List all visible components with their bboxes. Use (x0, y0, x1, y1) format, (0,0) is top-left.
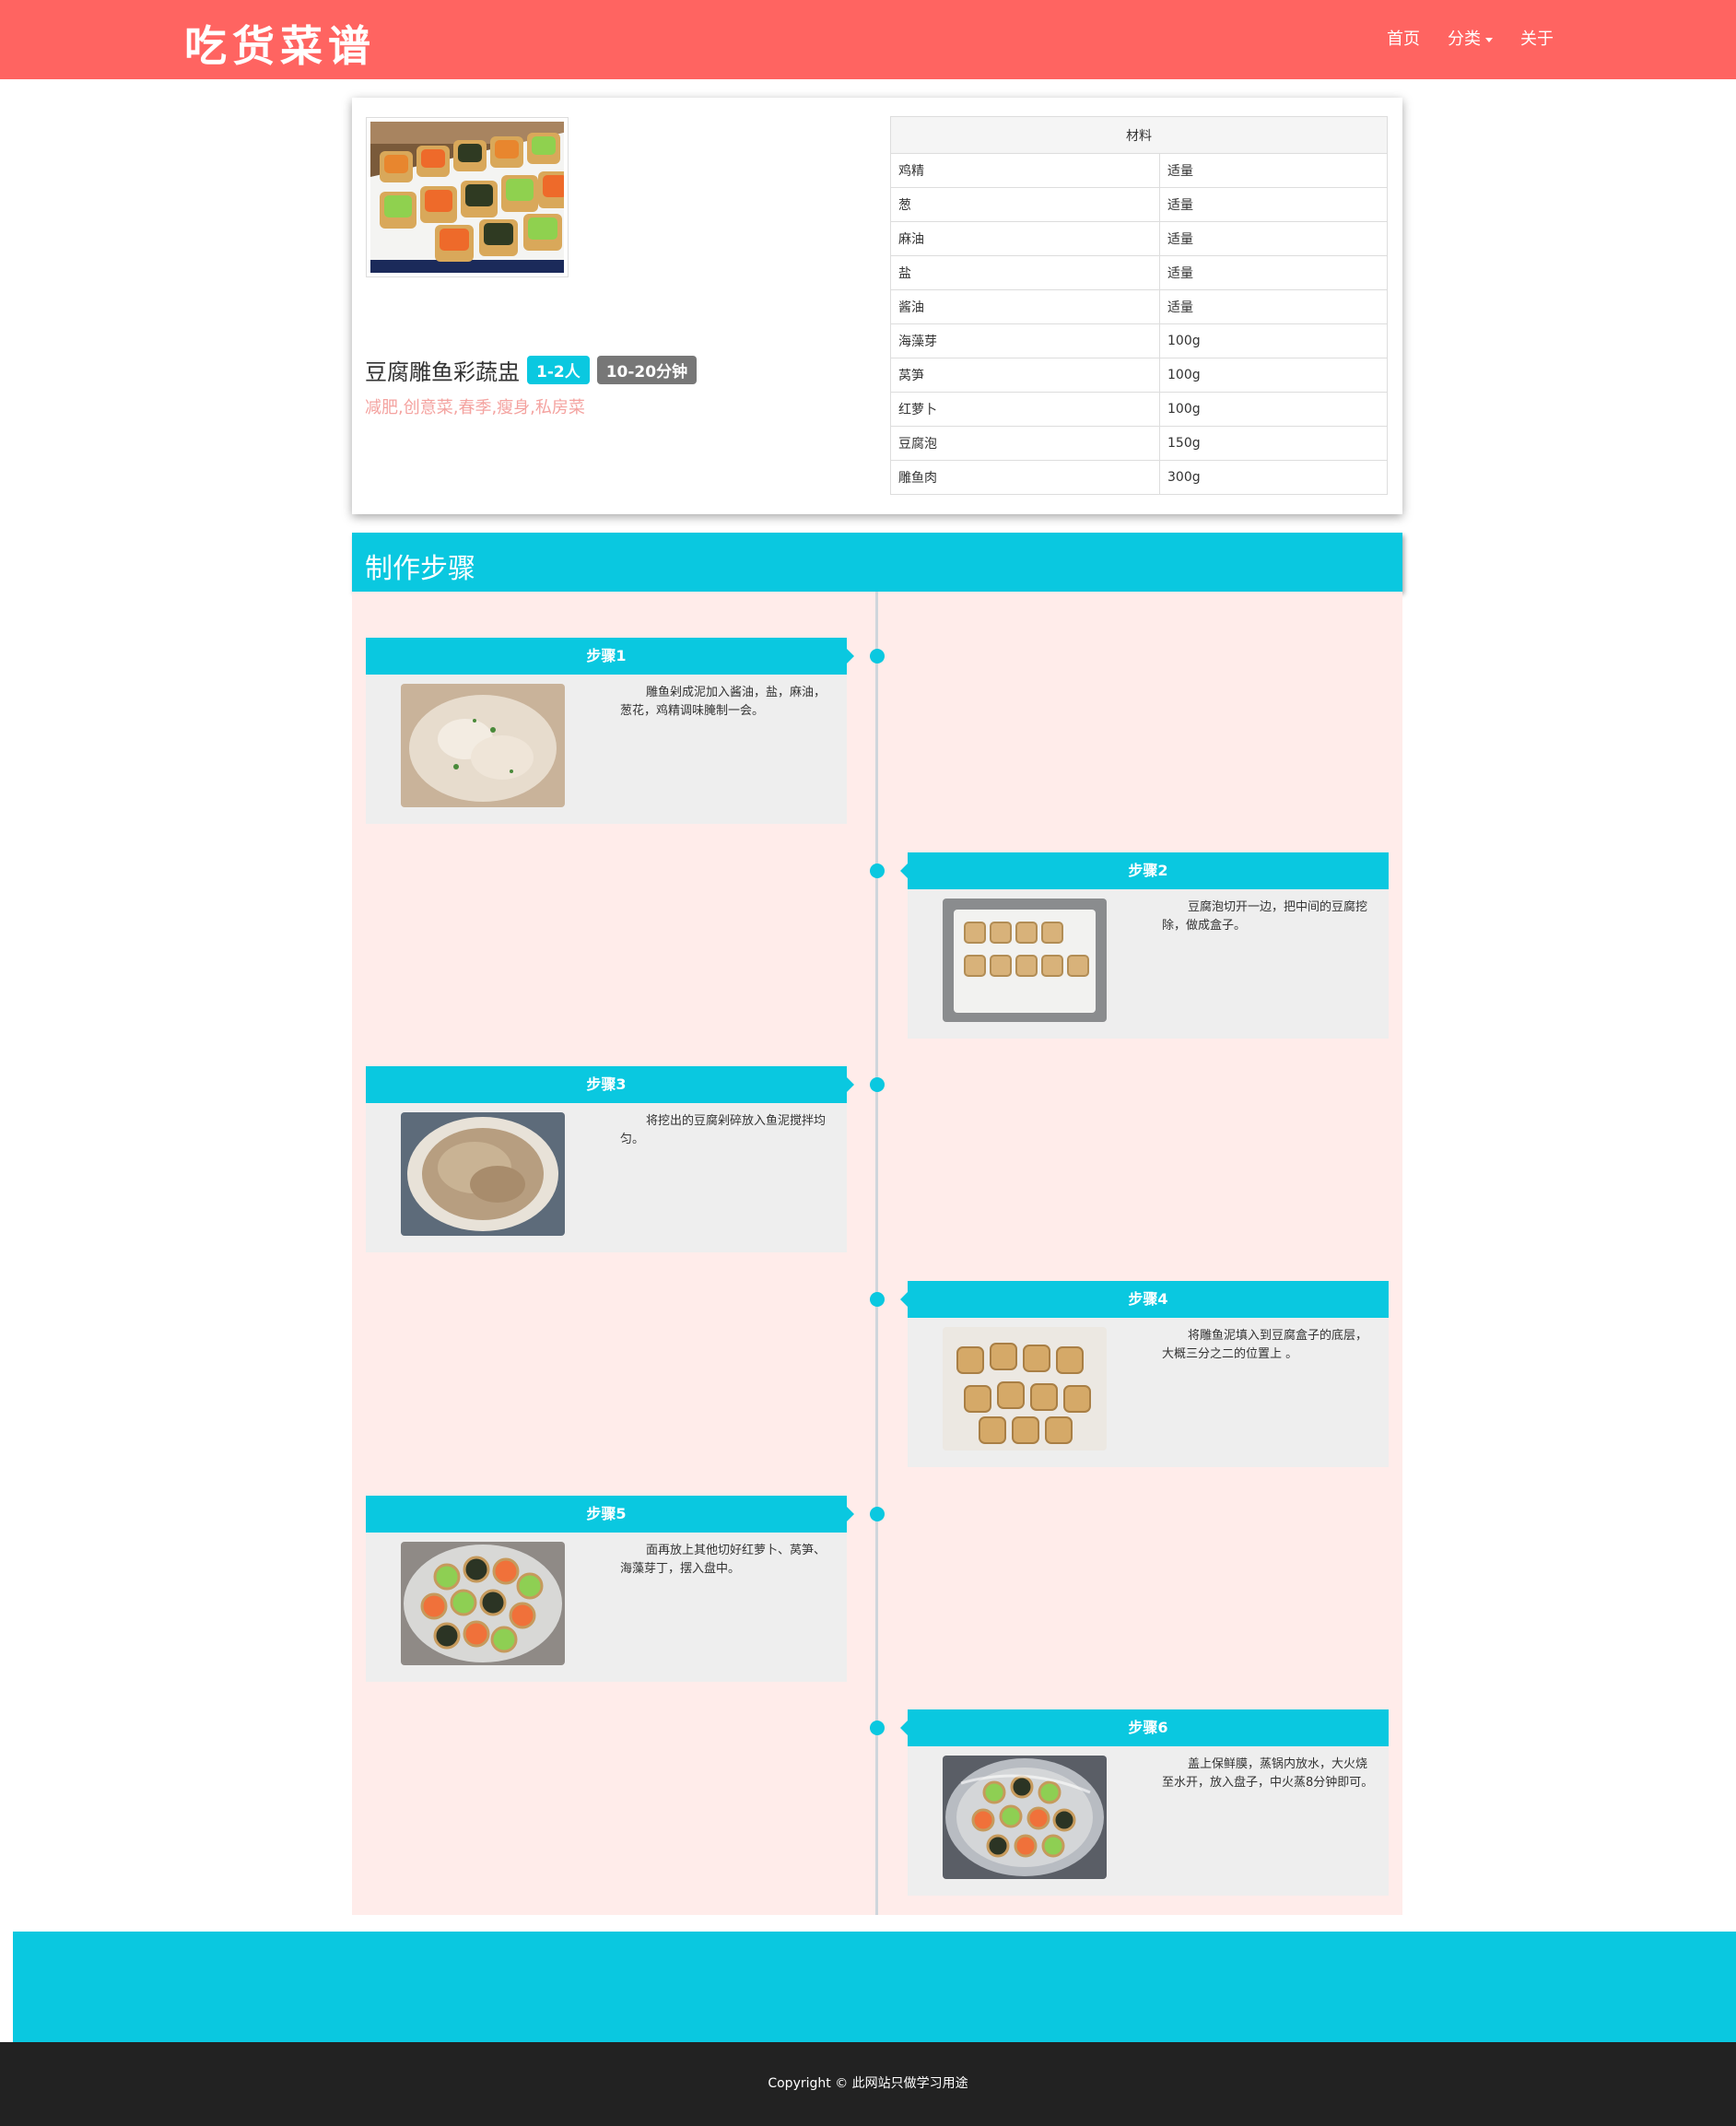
copyright-text: Copyright © 此网站只做学习用途 (768, 2076, 968, 2091)
timeline-dot (870, 1292, 885, 1307)
table-row: 豆腐泡 150g (890, 426, 1388, 461)
timeline-dot (870, 1507, 885, 1521)
table-row: 酱油 适量 (890, 289, 1388, 324)
step-card: 步骤6 盖上保鲜膜，蒸锅内放水，大火烧至水开，放入盘子，中火蒸8分钟即可。 (900, 1709, 1389, 1896)
footer-band (13, 1932, 1736, 2042)
step-photo (401, 684, 565, 807)
ingredient-amount: 适量 (1159, 255, 1388, 290)
ingredient-amount: 150g (1159, 426, 1388, 461)
step-card: 步骤3 将挖出的豆腐剁碎放入鱼泥搅拌均匀。 (366, 1066, 854, 1252)
timeline-dot (870, 649, 885, 664)
step-description: 盖上保鲜膜，蒸锅内放水，大火烧至水开，放入盘子，中火蒸8分钟即可。 (1162, 1757, 1374, 1790)
ingredient-amount: 300g (1159, 460, 1388, 495)
table-row: 红萝卜 100g (890, 392, 1388, 427)
ingredient-amount: 适量 (1159, 289, 1388, 324)
footer: Copyright © 此网站只做学习用途 (0, 2042, 1736, 2126)
step-photo (401, 1112, 565, 1236)
ingredient-name: 盐 (890, 255, 1160, 290)
time-badge: 10-20分钟 (596, 356, 698, 384)
step-title: 步骤1 (366, 638, 854, 675)
ingredient-name: 葱 (890, 187, 1160, 222)
table-row: 麻油 适量 (890, 221, 1388, 256)
table-row: 海藻芽 100g (890, 323, 1388, 358)
nav-category-dropdown[interactable]: 分类 (1448, 26, 1493, 50)
ingredient-name: 海藻芽 (890, 323, 1160, 358)
site-header: 吃货菜谱 首页 分类 关于 (0, 0, 1736, 79)
table-row: 雕鱼肉 300g (890, 460, 1388, 495)
ingredients-header: 材料 (890, 116, 1388, 154)
recipe-photo (366, 117, 569, 277)
site-logo[interactable]: 吃货菜谱 (184, 13, 376, 74)
nav-category-label: 分类 (1448, 29, 1481, 49)
step-title: 步骤6 (900, 1709, 1389, 1746)
ingredient-amount: 100g (1159, 358, 1388, 393)
step-description: 将挖出的豆腐剁碎放入鱼泥搅拌均匀。 (620, 1114, 827, 1146)
nav-about[interactable]: 关于 (1520, 26, 1554, 50)
step-description: 豆腐泡切开一边，把中间的豆腐挖除，做成盒子。 (1162, 900, 1368, 933)
steps-heading-bar: 制作步骤 (352, 533, 1402, 592)
ingredient-name: 鸡精 (890, 153, 1160, 188)
ingredient-name: 酱油 (890, 289, 1160, 324)
nav-home[interactable]: 首页 (1387, 26, 1420, 50)
timeline-dot (870, 1077, 885, 1092)
servings-badge: 1-2人 (527, 356, 590, 384)
step-card: 步骤5 面再放上其他切好红萝卜、莴笋、海藻芽丁，摆入盘中。 (366, 1496, 854, 1682)
recipe-card: 豆腐雕鱼彩蔬盅 1-2人 10-20分钟 减肥,创意菜,春季,瘦身,私房菜 材料… (352, 98, 1402, 514)
steps-heading: 制作步骤 (365, 553, 475, 585)
ingredient-amount: 100g (1159, 323, 1388, 358)
step-title: 步骤4 (900, 1281, 1389, 1318)
recipe-title: 豆腐雕鱼彩蔬盅 (365, 359, 520, 385)
step-card: 步骤2 豆腐泡切开一边，把中间的豆腐挖除，做成盒子。 (900, 852, 1389, 1039)
step-photo (401, 1542, 565, 1665)
ingredient-name: 莴笋 (890, 358, 1160, 393)
ingredient-amount: 适量 (1159, 221, 1388, 256)
ingredient-name: 雕鱼肉 (890, 460, 1160, 495)
timeline-dot (870, 863, 885, 878)
recipe-title-row: 豆腐雕鱼彩蔬盅 1-2人 10-20分钟 (365, 354, 698, 386)
table-row: 莴笋 100g (890, 358, 1388, 393)
step-card: 步骤1 雕鱼剁成泥加入酱油，盐，麻油，葱花，鸡精调味腌制一会。 (366, 638, 854, 824)
steps-timeline: 步骤1 雕鱼剁成泥加入酱油，盐，麻油，葱花，鸡精调味腌制一会。 步骤2 豆腐泡切… (352, 592, 1402, 1915)
recipe-tags: 减肥,创意菜,春季,瘦身,私房菜 (365, 398, 585, 417)
step-photo (943, 899, 1107, 1022)
caret-down-icon (1485, 37, 1493, 42)
step-description: 将雕鱼泥填入到豆腐盒子的底层，大概三分之二的位置上 。 (1162, 1329, 1368, 1361)
ingredient-name: 麻油 (890, 221, 1160, 256)
ingredient-amount: 适量 (1159, 187, 1388, 222)
table-row: 鸡精 适量 (890, 153, 1388, 188)
step-description: 面再放上其他切好红萝卜、莴笋、海藻芽丁，摆入盘中。 (620, 1544, 827, 1576)
timeline-line (875, 592, 878, 1915)
step-title: 步骤3 (366, 1066, 854, 1103)
step-card: 步骤4 将雕鱼泥填入到豆腐盒子的底层，大概三分之二的位置上 。 (900, 1281, 1389, 1467)
ingredient-amount: 100g (1159, 392, 1388, 427)
table-row: 盐适量 (890, 255, 1388, 290)
table-row: 葱适量 (890, 187, 1388, 222)
step-title: 步骤2 (900, 852, 1389, 889)
main-nav: 首页 分类 关于 (1387, 26, 1554, 50)
ingredient-name: 豆腐泡 (890, 426, 1160, 461)
ingredients-table: 材料 鸡精 适量 葱适量 麻油 适量 盐适量 酱油 适量 海藻芽 100g 莴笋 100g… (890, 116, 1388, 495)
step-photo (943, 1327, 1107, 1451)
step-title: 步骤5 (366, 1496, 854, 1533)
timeline-dot (870, 1721, 885, 1735)
step-description: 雕鱼剁成泥加入酱油，盐，麻油，葱花，鸡精调味腌制一会。 (620, 686, 827, 718)
ingredient-amount: 适量 (1159, 153, 1388, 188)
step-photo (943, 1756, 1107, 1879)
ingredient-name: 红萝卜 (890, 392, 1160, 427)
